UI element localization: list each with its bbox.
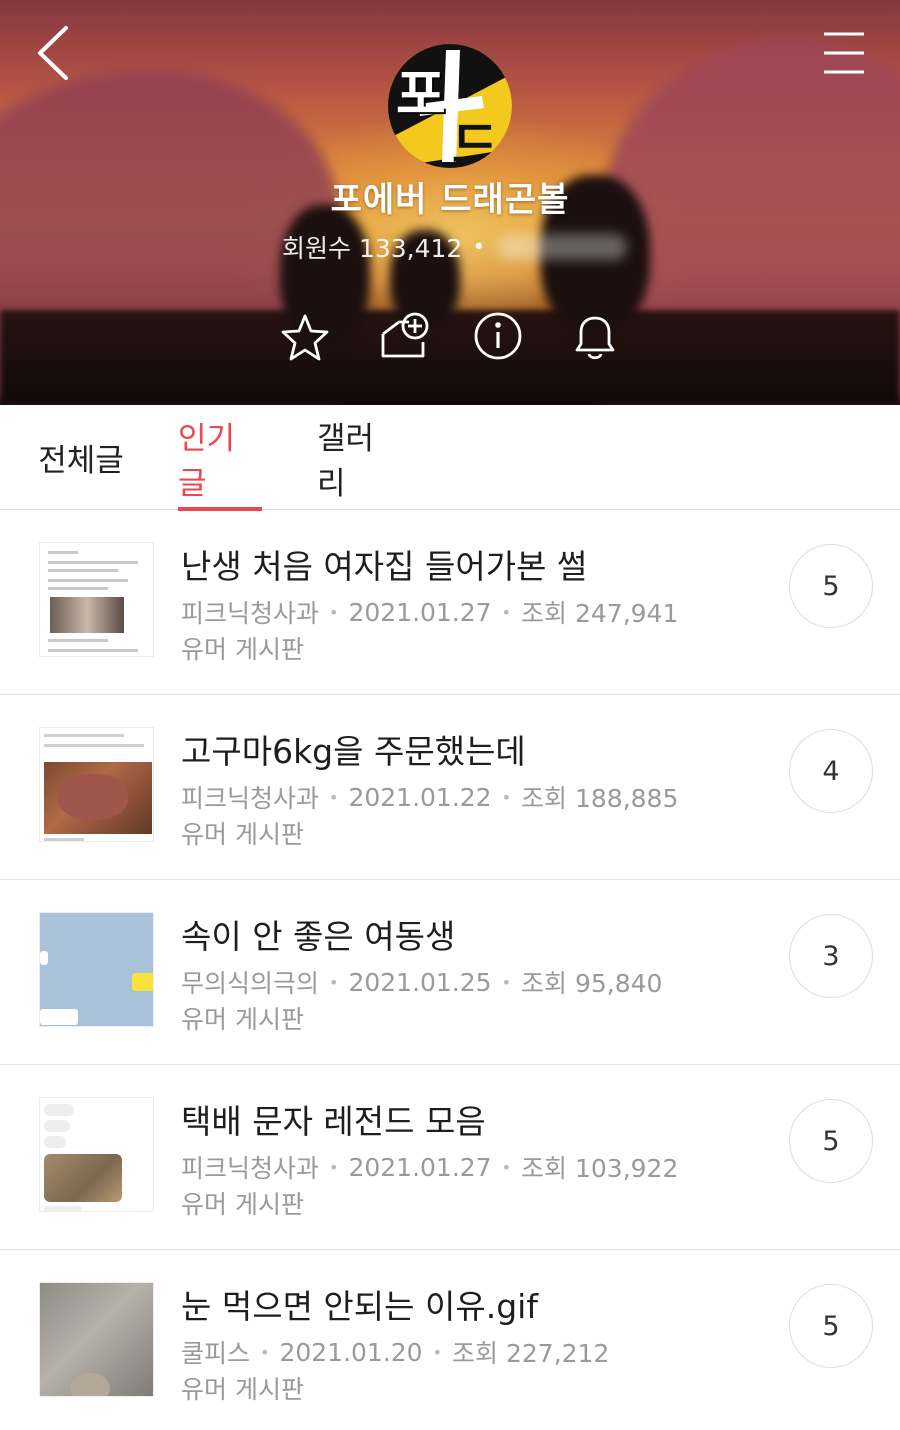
cafe-actions xyxy=(0,308,900,368)
post-meta: 무의식의극의 • 2021.01.25 • 조회 95,840 xyxy=(181,964,662,1000)
comment-count[interactable]: 3 xyxy=(789,914,873,998)
member-count-label: 회원수 133,412 xyxy=(282,234,463,263)
cafe-logo-text: 드 xyxy=(452,117,498,168)
tab-label: 전체글 xyxy=(38,443,124,479)
post-meta: 피크닉청사과 • 2021.01.22 • 조회 188,885 xyxy=(181,779,678,815)
post-author: 무의식의극의 xyxy=(181,969,320,998)
post-item[interactable]: 눈 먹으면 안되는 이유.gif 쿨피스 • 2021.01.20 • 조회 2… xyxy=(0,1250,900,1430)
chevron-left-icon xyxy=(38,26,68,80)
info-button[interactable] xyxy=(468,308,528,368)
tab-gallery[interactable]: 갤러리 xyxy=(317,405,401,510)
post-date: 2021.01.20 xyxy=(279,1337,423,1367)
notification-button[interactable] xyxy=(565,308,625,368)
add-to-home-icon xyxy=(381,312,429,358)
post-date: 2021.01.22 xyxy=(348,782,492,812)
menu-button[interactable] xyxy=(816,28,872,78)
separator-dot: • xyxy=(472,234,486,260)
tab-all-posts[interactable]: 전체글 xyxy=(38,405,124,510)
post-board: 유머 게시판 xyxy=(181,820,304,849)
tab-popular-posts[interactable]: 인기글 xyxy=(178,405,262,511)
add-to-home-button[interactable] xyxy=(375,308,435,368)
post-board: 유머 게시판 xyxy=(181,1375,304,1404)
tab-label: 갤러리 xyxy=(317,420,375,502)
post-views: 조회 95,840 xyxy=(521,969,663,998)
comment-count[interactable]: 5 xyxy=(789,544,873,628)
back-button[interactable] xyxy=(30,22,80,84)
info-icon xyxy=(474,312,522,360)
post-date: 2021.01.27 xyxy=(348,1152,492,1182)
star-icon xyxy=(281,314,329,361)
post-thumbnail xyxy=(39,912,154,1027)
post-author: 피크닉청사과 xyxy=(181,784,320,813)
board-tabs: 전체글 인기글 갤러리 xyxy=(0,405,900,511)
favorite-button[interactable] xyxy=(275,308,335,368)
post-views: 조회 227,212 xyxy=(452,1339,610,1368)
post-thumbnail xyxy=(39,542,154,657)
post-item[interactable]: 택배 문자 레전드 모음 피크닉청사과 • 2021.01.27 • 조회 10… xyxy=(0,1065,900,1250)
post-item[interactable]: 난생 처음 여자집 들어가본 썰 피크닉청사과 • 2021.01.27 • 조… xyxy=(0,510,900,695)
post-author: 피크닉청사과 xyxy=(181,1154,320,1183)
post-thumbnail xyxy=(39,1282,154,1397)
tab-label: 인기글 xyxy=(178,420,236,502)
member-count: 회원수 133,412 • xyxy=(282,230,628,264)
post-item[interactable]: 속이 안 좋은 여동생 무의식의극의 • 2021.01.25 • 조회 95,… xyxy=(0,880,900,1065)
comment-count[interactable]: 5 xyxy=(789,1284,873,1368)
hamburger-menu-icon xyxy=(824,32,864,74)
cafe-header: 포 드 포에버 드래곤볼 회원수 133,412 • xyxy=(0,0,900,405)
post-title: 고구마6kg을 주문했는데 xyxy=(181,732,526,771)
post-title: 눈 먹으면 안되는 이유.gif xyxy=(181,1287,538,1326)
post-thumbnail xyxy=(39,727,154,842)
post-board: 유머 게시판 xyxy=(181,1190,304,1219)
post-meta: 쿨피스 • 2021.01.20 • 조회 227,212 xyxy=(181,1334,609,1370)
post-title: 난생 처음 여자집 들어가본 썰 xyxy=(181,547,588,586)
post-list: 난생 처음 여자집 들어가본 썰 피크닉청사과 • 2021.01.27 • 조… xyxy=(0,510,900,1430)
post-meta: 피크닉청사과 • 2021.01.27 • 조회 103,922 xyxy=(181,1149,678,1185)
post-meta: 피크닉청사과 • 2021.01.27 • 조회 247,941 xyxy=(181,594,678,630)
post-thumbnail xyxy=(39,1097,154,1212)
blurred-region xyxy=(497,234,628,260)
post-author: 피크닉청사과 xyxy=(181,599,320,628)
post-views: 조회 188,885 xyxy=(521,784,679,813)
post-author: 쿨피스 xyxy=(181,1339,251,1368)
post-views: 조회 247,941 xyxy=(521,599,679,628)
post-date: 2021.01.27 xyxy=(348,597,492,627)
post-views: 조회 103,922 xyxy=(521,1154,679,1183)
post-board: 유머 게시판 xyxy=(181,635,304,664)
post-date: 2021.01.25 xyxy=(348,967,492,997)
comment-count[interactable]: 4 xyxy=(789,729,873,813)
cafe-name: 포에버 드래곤볼 xyxy=(330,180,570,220)
post-title: 속이 안 좋은 여동생 xyxy=(181,917,456,956)
cafe-logo: 포 드 xyxy=(388,44,512,168)
post-title: 택배 문자 레전드 모음 xyxy=(181,1102,486,1141)
post-item[interactable]: 고구마6kg을 주문했는데 피크닉청사과 • 2021.01.22 • 조회 1… xyxy=(0,695,900,880)
comment-count[interactable]: 5 xyxy=(789,1099,873,1183)
post-board: 유머 게시판 xyxy=(181,1005,304,1034)
bell-icon xyxy=(575,316,615,360)
cafe-logo-text: 포 xyxy=(396,63,446,126)
